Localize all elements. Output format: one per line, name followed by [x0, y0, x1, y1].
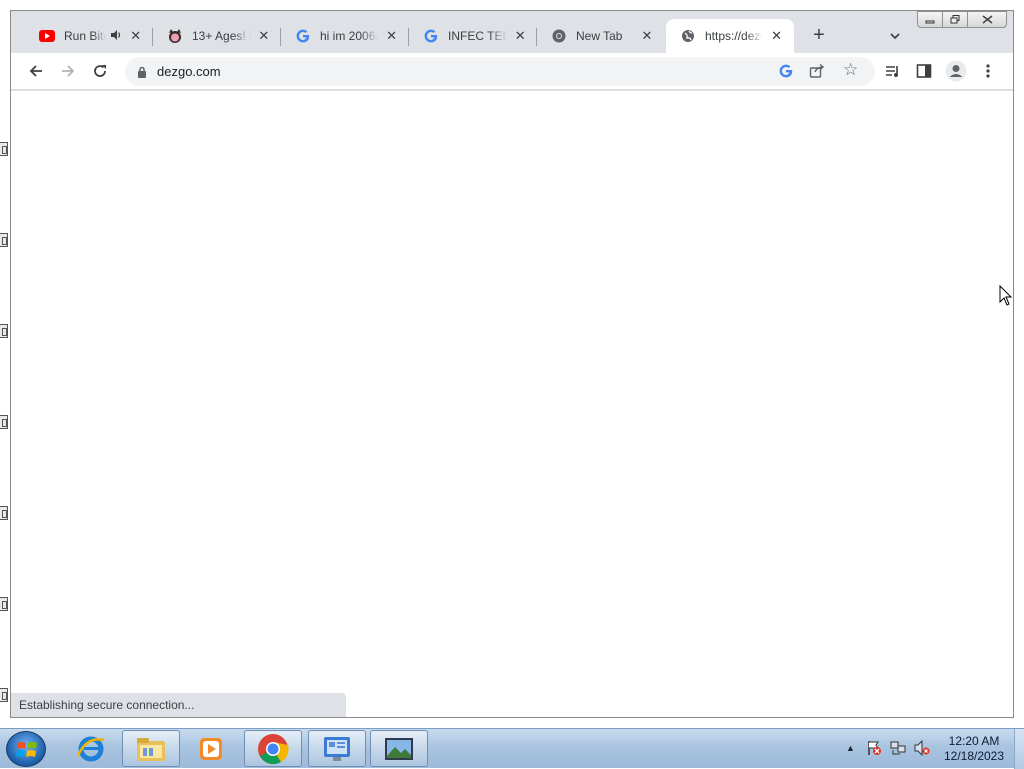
windows-logo-icon [16, 742, 37, 757]
close-icon[interactable]: ✕ [769, 28, 784, 44]
desktop-icon-edge[interactable] [0, 688, 8, 702]
clock-date: 12/18/2023 [943, 749, 1005, 763]
desktop-icon-edge[interactable] [0, 415, 8, 429]
close-icon[interactable]: ✕ [639, 28, 655, 44]
desktop-icon-edge[interactable] [0, 233, 8, 247]
google-lens-icon[interactable] [779, 64, 793, 81]
desktop-icon-edge[interactable] [0, 506, 8, 520]
tab-google-search[interactable]: hi im 2006a ✕ [281, 19, 409, 53]
tab-search-chevron-icon[interactable] [883, 24, 907, 48]
taskbar-clock[interactable]: 12:20 AM 12/18/2023 [938, 734, 1010, 764]
mouse-cursor-icon [999, 284, 1013, 312]
new-tab-button[interactable]: + [807, 24, 831, 48]
restore-button[interactable] [942, 11, 968, 28]
bookmark-star-icon[interactable]: ☆ [843, 60, 858, 80]
google-icon [423, 28, 439, 44]
tab-title: hi im 2006a [320, 29, 379, 43]
chrome-icon [551, 28, 567, 44]
media-player-icon[interactable] [182, 730, 240, 767]
taskbar: ▲ 12:20 AM 12/18/2023 [0, 728, 1024, 769]
menu-button[interactable] [975, 58, 1001, 84]
reload-icon [94, 65, 106, 77]
lock-icon[interactable] [137, 65, 147, 83]
network-icon[interactable] [890, 740, 906, 756]
chrome-window: Run Bitc ✕ 13+ Ages! R ✕ [10, 10, 1014, 718]
playlist-icon [886, 66, 898, 77]
show-desktop-button[interactable] [1014, 729, 1024, 769]
desktop-icon-edge[interactable] [0, 324, 8, 338]
avatar-icon [945, 60, 967, 82]
media-controls-button[interactable] [879, 58, 905, 84]
tab-google-search-2[interactable]: INFEC TED I ✕ [409, 19, 537, 53]
address-bar[interactable]: dezgo.com ☆ [125, 57, 875, 86]
photo-viewer-icon[interactable] [370, 730, 428, 767]
tab-title: 13+ Ages! R [192, 29, 251, 43]
tab-youtube[interactable]: Run Bitc ✕ [25, 19, 153, 53]
reload-button[interactable] [87, 58, 113, 84]
youtube-icon [39, 28, 55, 44]
url-text[interactable]: dezgo.com [157, 64, 221, 79]
desktop: Run Bitc ✕ 13+ Ages! R ✕ [0, 0, 1024, 769]
close-icon[interactable]: ✕ [257, 28, 271, 44]
chrome-icon[interactable] [244, 730, 302, 767]
control-panel-icon[interactable] [308, 730, 366, 767]
profile-button[interactable] [943, 58, 969, 84]
tab-title: https://dezg [705, 29, 764, 43]
browser-toolbar: dezgo.com ☆ [11, 53, 1013, 90]
internet-explorer-icon[interactable] [62, 730, 120, 767]
character-favicon-icon [167, 28, 183, 44]
globe-icon [680, 28, 696, 44]
side-panel-icon [916, 64, 932, 78]
forward-button[interactable] [55, 58, 81, 84]
close-window-button[interactable] [967, 11, 1007, 28]
close-icon[interactable]: ✕ [384, 28, 399, 44]
minimize-button[interactable] [917, 11, 943, 28]
close-icon[interactable]: ✕ [128, 28, 143, 44]
tab-new-tab[interactable]: New Tab ✕ [537, 19, 665, 53]
arrow-left-icon [29, 65, 42, 77]
share-icon[interactable] [809, 63, 825, 84]
speaker-muted-icon[interactable] [914, 739, 930, 757]
speaker-icon[interactable] [110, 29, 123, 44]
arrow-right-icon [62, 65, 75, 77]
close-icon[interactable]: ✕ [513, 28, 527, 44]
desktop-icon-edge[interactable] [0, 597, 8, 611]
clock-time: 12:20 AM [948, 734, 1000, 748]
action-center-flag-icon[interactable] [866, 740, 882, 756]
desktop-icon-edge[interactable] [0, 142, 8, 156]
start-button[interactable] [6, 731, 46, 767]
tab-title: INFEC TED I [448, 29, 508, 43]
show-hidden-icons-button[interactable]: ▲ [846, 743, 855, 753]
tab-title: New Tab [576, 29, 623, 43]
tab-dezgo-active[interactable]: https://dezg ✕ [666, 19, 794, 53]
google-icon [295, 28, 311, 44]
back-button[interactable] [23, 58, 49, 84]
file-explorer-icon[interactable] [122, 730, 180, 767]
status-bubble: Establishing secure connection... [11, 693, 346, 717]
kebab-menu-icon [986, 64, 990, 78]
page-viewport[interactable]: Establishing secure connection... [11, 91, 1013, 717]
tab-title: Run Bitc [64, 29, 106, 43]
tab-strip: Run Bitc ✕ 13+ Ages! R ✕ [11, 11, 1013, 53]
side-panel-button[interactable] [911, 58, 937, 84]
tab-13-ages[interactable]: 13+ Ages! R ✕ [153, 19, 281, 53]
